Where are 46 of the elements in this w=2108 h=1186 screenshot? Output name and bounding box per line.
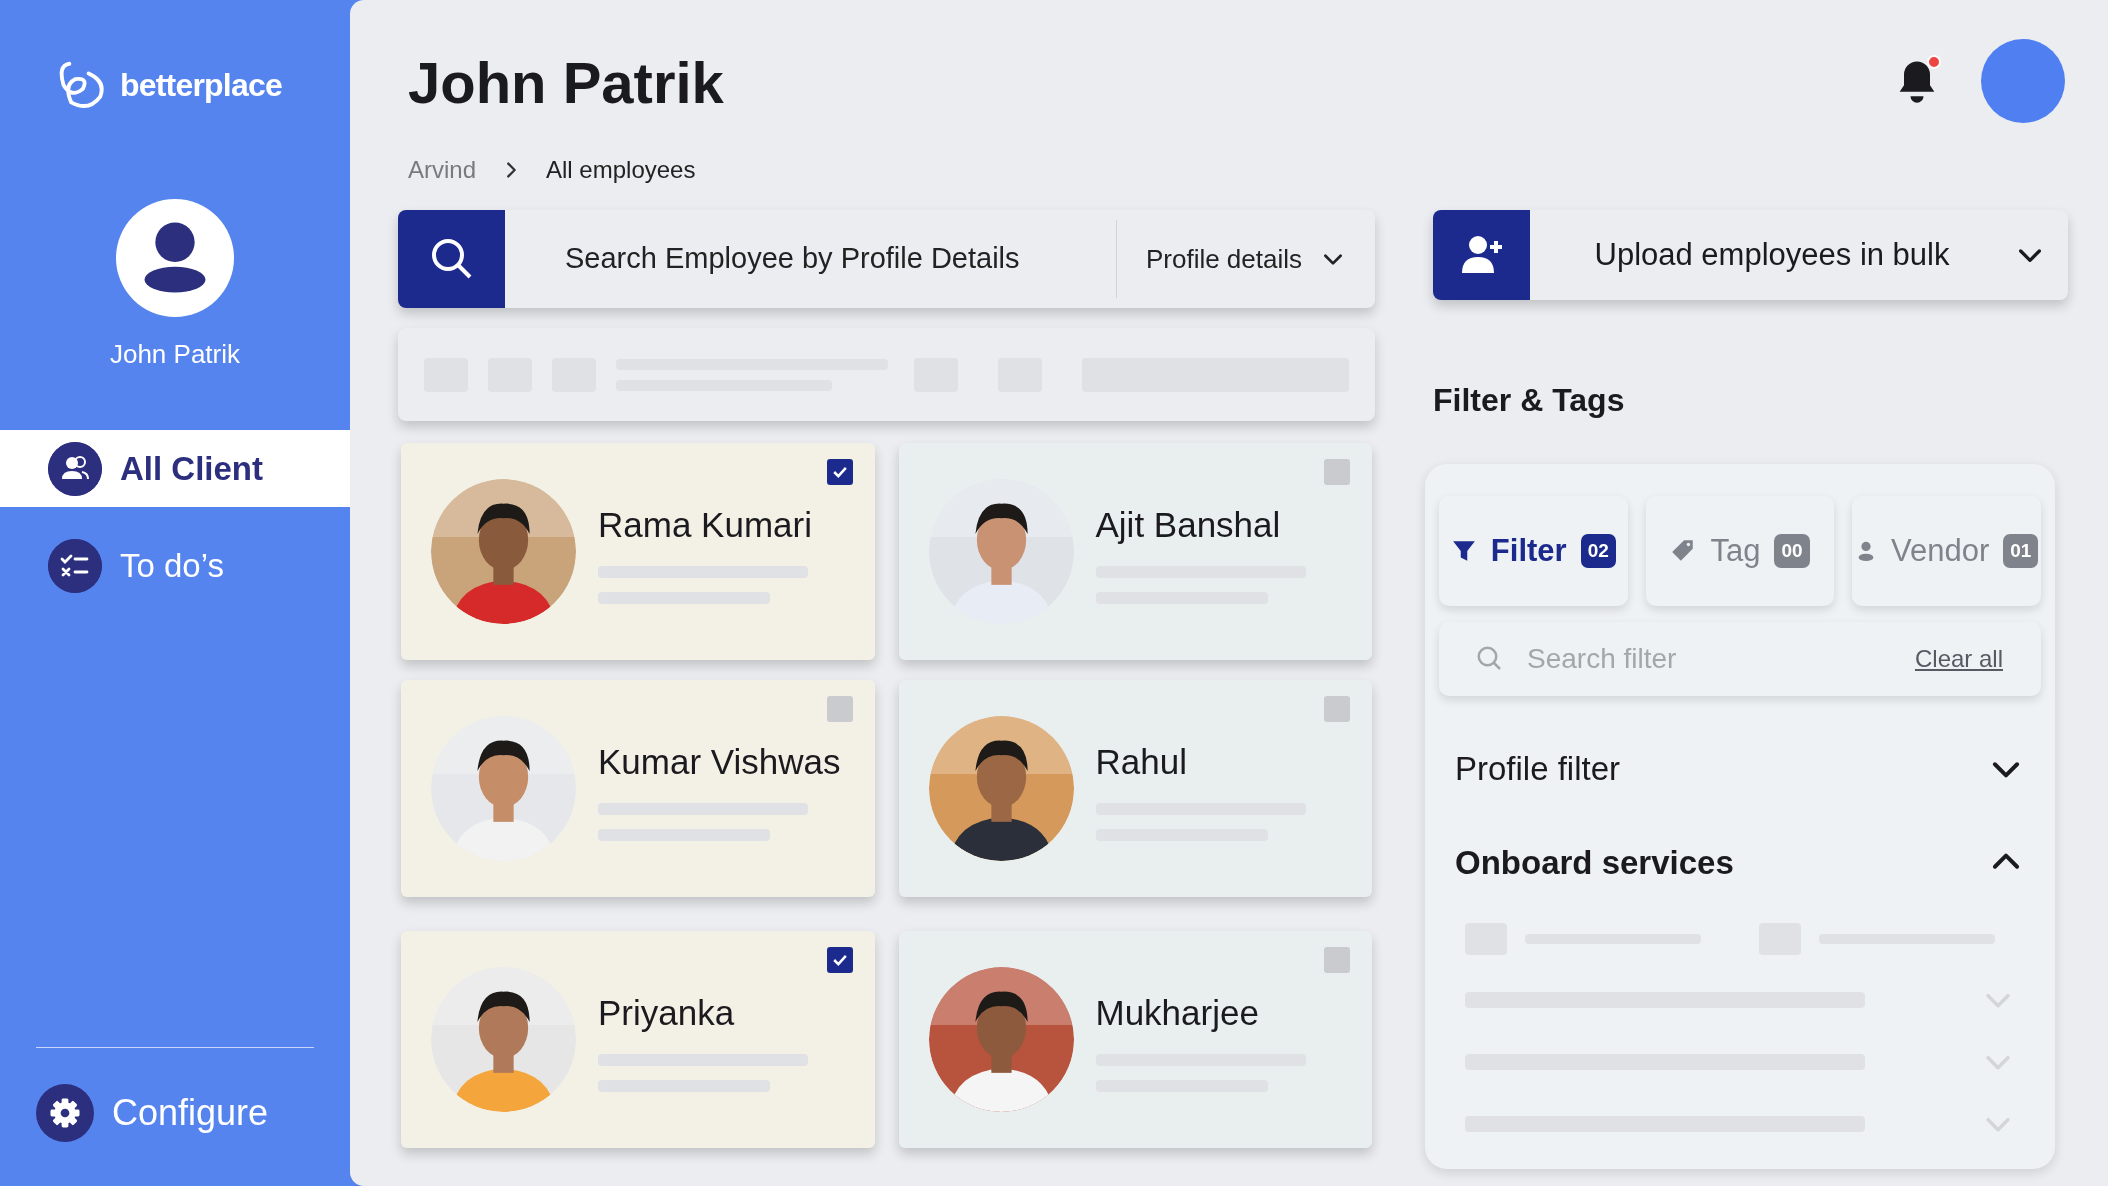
filter-search-field[interactable]: Search filter Clear all (1439, 622, 2041, 696)
configure-button[interactable]: Configure (0, 1078, 350, 1148)
nav-item[interactable]: All Client (0, 430, 350, 507)
breadcrumb-link[interactable]: Arvind (408, 152, 477, 188)
breadcrumb-link[interactable]: All employees (546, 152, 696, 188)
nav-item[interactable]: To do’s (0, 527, 350, 604)
checkbox[interactable] (826, 696, 853, 722)
page-title: John Patrik (408, 54, 725, 112)
clear-all-link[interactable]: Clear all (1914, 641, 2003, 677)
checkbox[interactable] (1324, 459, 1350, 485)
brand-name: betterplace (120, 66, 282, 105)
people-icon (48, 441, 102, 496)
user-avatar-icon (116, 199, 234, 317)
search-field[interactable]: Search Employee by Profile Details (505, 210, 1116, 308)
user-name: John Patrik (109, 338, 241, 371)
checkbox[interactable] (826, 947, 853, 973)
employee-card[interactable]: Mukharjee (898, 931, 1372, 1148)
employee-card[interactable]: Ajit Banshal (898, 443, 1372, 660)
employee-card[interactable]: Rahul (898, 680, 1372, 897)
employee-name: Rahul (1095, 741, 1188, 784)
checkbox[interactable] (826, 459, 853, 485)
settings-icon (36, 1084, 94, 1142)
search-button[interactable] (398, 210, 505, 308)
upload-button[interactable]: Upload employees in bulk (1433, 210, 2068, 300)
section-heading: Filter & Tags (1433, 381, 1626, 420)
count-badge: 01 (2003, 533, 2039, 569)
employee-name: Kumar Vishwas (598, 741, 842, 784)
profile-details-dropdown[interactable]: Profile details (1117, 210, 1375, 308)
accordion-header[interactable]: Onboard services (1439, 837, 2041, 887)
checkbox[interactable] (1324, 696, 1350, 722)
employee-card[interactable]: Kumar Vishwas (401, 680, 875, 897)
count-badge: 00 (1774, 533, 1810, 569)
filter-tab[interactable]: Filter 02 (1439, 496, 1628, 606)
employee-name: Mukharjee (1095, 992, 1260, 1035)
filter-tab[interactable]: Tag 00 (1645, 496, 1835, 606)
checkbox[interactable] (1324, 947, 1350, 973)
employee-name: Rama Kumari (598, 504, 813, 547)
employee-name: Ajit Banshal (1095, 504, 1282, 547)
count-badge: 02 (1580, 533, 1616, 569)
filter-search-input[interactable]: Search filter (1527, 638, 1893, 680)
filter-tab[interactable]: Vendor 01 (1852, 496, 2041, 606)
employee-name: Priyanka (598, 992, 736, 1035)
checklist-icon (48, 538, 102, 593)
accordion-header[interactable]: Profile filter (1439, 744, 2041, 794)
employee-card[interactable]: Priyanka (401, 931, 875, 1148)
employee-card[interactable]: Rama Kumari (401, 443, 875, 660)
